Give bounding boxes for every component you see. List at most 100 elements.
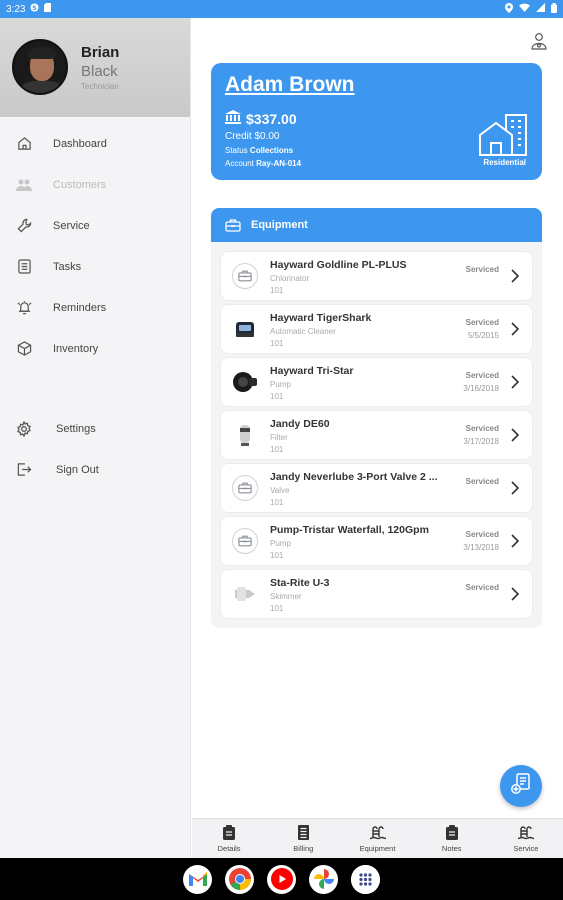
- box-icon: [15, 340, 33, 358]
- drawer-secondary-menu: Settings Sign Out: [0, 408, 190, 490]
- gmail-icon[interactable]: [183, 864, 212, 894]
- equipment-type: Filter: [270, 433, 288, 442]
- drawer-item-label: Service: [53, 219, 90, 232]
- svg-text:S: S: [33, 5, 38, 12]
- tab-details[interactable]: Details: [192, 819, 266, 858]
- alarm-icon: [15, 299, 33, 317]
- equipment-status: Serviced: [465, 583, 499, 592]
- customer-name[interactable]: Adam Brown: [225, 73, 355, 97]
- chevron-right-icon: [510, 374, 520, 390]
- drawer-item-label: Reminders: [53, 301, 107, 314]
- equipment-number: 101: [270, 339, 284, 348]
- equipment-photo: [232, 581, 258, 607]
- account-label: Account: [225, 159, 254, 168]
- tab-label: Billing: [293, 843, 314, 853]
- drawer-item-customers[interactable]: Customers: [0, 164, 190, 205]
- sign-out-icon: [15, 461, 33, 479]
- equipment-item[interactable]: Jandy Neverlube 3-Port Valve 2 ... Valve 1…: [221, 464, 532, 512]
- bank-icon: [225, 110, 241, 127]
- tab-label: Service: [513, 843, 539, 853]
- wifi-icon: [519, 3, 530, 15]
- equipment-item[interactable]: Hayward Tri-Star Pump 101 Serviced 3/16/2018: [221, 358, 532, 406]
- tab-notes[interactable]: Notes: [415, 819, 489, 858]
- equipment-service-date: 3/13/2018: [463, 543, 499, 552]
- chrome-icon[interactable]: [225, 864, 254, 894]
- chevron-right-icon: [510, 321, 520, 337]
- drawer-item-service[interactable]: Service: [0, 205, 190, 246]
- drawer-item-label: Customers: [53, 178, 107, 191]
- system-dock: [0, 858, 563, 900]
- app-notification-icon: S: [30, 3, 40, 15]
- equipment-item[interactable]: Sta-Rite U-3 Skimmer 101 Serviced: [221, 570, 532, 618]
- equipment-type: Valve: [270, 486, 290, 495]
- status-value: Collections: [249, 146, 294, 155]
- user-first-name: Brian: [81, 44, 120, 61]
- equipment-list: Hayward Goldline PL-PLUS Chlorinator 101 Se…: [211, 242, 542, 618]
- equipment-number: 101: [270, 286, 284, 295]
- home-icon: [15, 135, 33, 153]
- balance-value: $337.00: [246, 110, 297, 127]
- equipment-number: 101: [270, 604, 284, 613]
- equipment-photo: [232, 369, 258, 395]
- customer-detail-screen: Adam Brown $337.00 Credit $0.00 Status C…: [192, 18, 563, 818]
- sd-card-icon: [44, 3, 52, 15]
- equipment-type: Pump: [270, 539, 291, 548]
- equipment-status: Serviced: [465, 424, 499, 433]
- equipment-number: 101: [270, 392, 284, 401]
- drawer-item-label: Dashboard: [53, 137, 107, 150]
- drawer-item-inventory[interactable]: Inventory: [0, 328, 190, 369]
- user-role: Technician: [81, 82, 119, 91]
- equipment-status: Serviced: [465, 265, 499, 274]
- location-icon: [505, 2, 513, 16]
- equipment-item[interactable]: Jandy DE60 Filter 101 Serviced 3/17/2018: [221, 411, 532, 459]
- toolbox-icon: [225, 218, 241, 232]
- tab-service[interactable]: Service: [489, 819, 563, 858]
- equipment-name: Hayward TigerShark: [270, 312, 372, 324]
- chevron-right-icon: [510, 480, 520, 496]
- pool-ladder-icon: [517, 825, 535, 841]
- status-time: 3:23: [6, 3, 26, 15]
- app-drawer-icon[interactable]: [351, 864, 380, 894]
- equipment-number: 101: [270, 551, 284, 560]
- equipment-type: Skimmer: [270, 592, 302, 601]
- gear-icon: [15, 420, 33, 438]
- equipment-name: Hayward Tri-Star: [270, 365, 354, 377]
- equipment-status: Serviced: [465, 318, 499, 327]
- equipment-service-date: 3/17/2018: [463, 437, 499, 446]
- tab-billing[interactable]: Billing: [266, 819, 340, 858]
- equipment-panel: Equipment Hayward Goldline PL-PLUS Chlori…: [211, 208, 542, 628]
- drawer-item-reminders[interactable]: Reminders: [0, 287, 190, 328]
- equipment-name: Hayward Goldline PL-PLUS: [270, 259, 407, 271]
- customer-account: Account Ray-AN-014: [225, 159, 301, 168]
- equipment-item[interactable]: Pump-Tristar Waterfall, 120Gpm Pump 101 Ser…: [221, 517, 532, 565]
- equipment-name: Jandy DE60: [270, 418, 330, 430]
- status-bar: 3:23 S: [0, 0, 563, 18]
- equipment-photo: [232, 422, 258, 448]
- drawer-header: Brian Black Technician: [0, 18, 190, 117]
- drawer-menu: Dashboard Customers Service Tasks Remind…: [0, 117, 190, 369]
- avatar[interactable]: [12, 39, 68, 95]
- drawer-item-sign-out[interactable]: Sign Out: [0, 449, 190, 490]
- tasks-icon: [15, 258, 33, 276]
- add-service-fab[interactable]: [500, 765, 542, 807]
- drawer-item-tasks[interactable]: Tasks: [0, 246, 190, 287]
- drawer-item-dashboard[interactable]: Dashboard: [0, 123, 190, 164]
- equipment-type: Pump: [270, 380, 291, 389]
- toolbox-icon: [232, 263, 258, 289]
- bottom-tab-bar: Details Billing Equipment Notes Service: [192, 818, 563, 858]
- equipment-title: Equipment: [251, 219, 308, 231]
- equipment-service-date: 5/5/2015: [467, 331, 499, 340]
- photos-icon[interactable]: [309, 864, 338, 894]
- equipment-item[interactable]: Hayward Goldline PL-PLUS Chlorinator 101 Se…: [221, 252, 532, 300]
- equipment-item[interactable]: Hayward TigerShark Automatic Cleaner 101 Se…: [221, 305, 532, 353]
- tab-equipment[interactable]: Equipment: [340, 819, 414, 858]
- drawer-item-label: Inventory: [53, 342, 99, 355]
- tab-label: Details: [217, 843, 241, 853]
- equipment-service-date: 3/16/2018: [463, 384, 499, 393]
- equipment-number: 101: [270, 498, 284, 507]
- status-label: Status: [225, 146, 248, 155]
- youtube-icon[interactable]: [267, 864, 296, 894]
- drawer-item-settings[interactable]: Settings: [0, 408, 190, 449]
- equipment-name: Pump-Tristar Waterfall, 120Gpm: [270, 524, 429, 536]
- user-settings-icon[interactable]: [531, 32, 547, 50]
